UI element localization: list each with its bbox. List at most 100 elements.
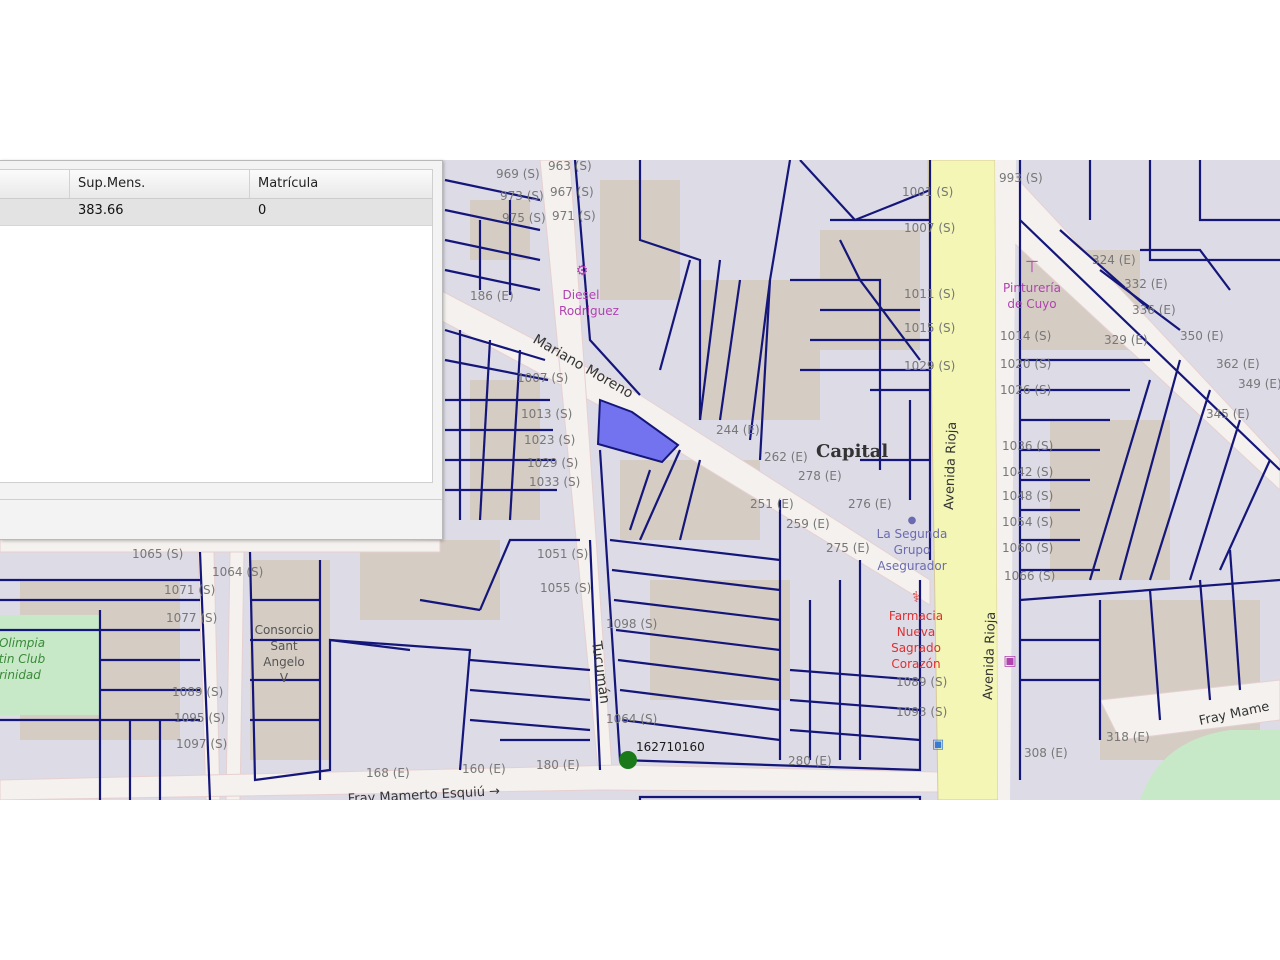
house-number-label: 362 (E) [1216, 357, 1260, 371]
house-number-label: 244 (E) [716, 423, 760, 437]
house-number-label: 186 (E) [470, 289, 514, 303]
house-number-label: 180 (E) [536, 758, 580, 772]
cell-matricula: 0 [258, 203, 267, 218]
poi-diesel-line1: Diesel [563, 288, 600, 302]
poi-olimpia-line3: rinidad [0, 668, 41, 682]
poi-farmacia-line2: Nueva [897, 625, 935, 639]
street-label-avenida-rioja-2: Avenida Rioja [981, 611, 999, 700]
house-number-label: 160 (E) [462, 762, 506, 776]
house-number-label: 259 (E) [786, 517, 830, 531]
pharmacy-icon[interactable]: ⚕ [912, 588, 920, 606]
parcel-marker[interactable] [619, 751, 637, 769]
house-number-label: 345 (E) [1206, 407, 1250, 421]
house-number-label: 1033 (S) [529, 475, 580, 489]
cell-first [0, 199, 70, 225]
house-number-label: 1048 (S) [1002, 489, 1053, 503]
house-number-label: 276 (E) [848, 497, 892, 511]
house-number-label: 278 (E) [798, 469, 842, 483]
house-number-label: 1029 (S) [904, 359, 955, 373]
house-number-label: 332 (E) [1124, 277, 1168, 291]
avenida-rioja-road [927, 160, 999, 800]
poi-la-segunda-line1: La Segunda [877, 527, 948, 541]
parcel-marker-label: 162710160 [636, 740, 705, 754]
table-row[interactable]: 383.66 0 [0, 199, 432, 226]
la-segunda-icon[interactable]: ● [908, 515, 917, 526]
house-number-label: 1064 (S) [212, 565, 263, 579]
poi-consorcio-line3: Angelo [263, 655, 305, 669]
house-number-label: 1001 (S) [902, 185, 953, 199]
house-number-label: 973 (S) [500, 189, 544, 203]
house-number-label: 324 (E) [1092, 253, 1136, 267]
house-number-label: 1007 (S) [904, 221, 955, 235]
column-header-first[interactable] [0, 170, 70, 198]
house-number-label: 1098 (S) [606, 617, 657, 631]
house-number-label: 329 (E) [1104, 333, 1148, 347]
district-label: Capital [816, 441, 888, 462]
house-number-label: 993 (S) [999, 171, 1043, 185]
column-header-sup-mens[interactable]: Sup.Mens. [70, 170, 250, 198]
attribute-panel[interactable]: Sup.Mens. Matrícula 383.66 0 [0, 160, 443, 540]
column-header-matricula[interactable]: Matrícula [250, 170, 432, 198]
street-label-avenida-rioja-1: Avenida Rioja [942, 421, 960, 510]
house-number-label: 1036 (S) [1002, 439, 1053, 453]
house-number-label: 1015 (S) [904, 321, 955, 335]
house-number-label: 1089 (S) [172, 685, 223, 699]
house-number-label: 1095 (S) [174, 711, 225, 725]
poi-la-segunda-line2: Grupo [894, 543, 931, 557]
poi-la-segunda-line3: Asegurador [877, 559, 946, 573]
house-number-label: 1097 (S) [176, 737, 227, 751]
house-number-label: 1071 (S) [164, 583, 215, 597]
bus-stop-icon[interactable]: ▣ [932, 737, 944, 752]
panel-divider [0, 499, 442, 500]
house-number-label: 1011 (S) [904, 287, 955, 301]
cell-sup-mens: 383.66 [78, 203, 124, 218]
house-number-label: 1054 (S) [1002, 515, 1053, 529]
house-number-label: 1020 (S) [1000, 357, 1051, 371]
poi-pintureria-line2: de Cuyo [1007, 297, 1056, 311]
house-number-label: 1089 (S) [896, 675, 947, 689]
diesel-icon[interactable]: ⚙ [576, 263, 589, 279]
house-number-label: 1065 (S) [132, 547, 183, 561]
house-number-label: 1029 (S) [527, 456, 578, 470]
poi-diesel-line2: Rodriguez [559, 304, 619, 318]
house-number-label: 1055 (S) [540, 581, 591, 595]
house-number-label: 1026 (S) [1000, 383, 1051, 397]
house-number-label: 975 (S) [502, 211, 546, 225]
poi-consorcio-line2: Sant [270, 639, 298, 653]
house-number-label: 1014 (S) [1000, 329, 1051, 343]
house-number-label: 308 (E) [1024, 746, 1068, 760]
house-number-label: 1060 (S) [1002, 541, 1053, 555]
house-number-label: 967 (S) [550, 185, 594, 199]
house-number-label: 1007 (S) [517, 371, 568, 385]
house-number-label: 1023 (S) [524, 433, 575, 447]
house-number-label: 1064 (S) [606, 712, 657, 726]
house-number-label: 349 (E) [1238, 377, 1280, 391]
house-number-label: 1077 (S) [166, 611, 217, 625]
poi-consorcio-line4: V [280, 671, 289, 685]
poi-olimpia-line1: Olimpia [0, 636, 45, 650]
grid-header: Sup.Mens. Matrícula [0, 170, 432, 199]
house-number-label: 280 (E) [788, 754, 832, 768]
poi-pintureria-line1: Pinturería [1003, 281, 1061, 295]
poi-farmacia-line4: Corazón [891, 657, 940, 671]
house-number-label: 336 (E) [1132, 303, 1176, 317]
shop-icon[interactable]: ▣ [1003, 653, 1016, 669]
poi-olimpia-line2: tin Club [0, 652, 46, 666]
paint-roller-icon[interactable]: ⊤ [1025, 257, 1039, 276]
house-number-label: 318 (E) [1106, 730, 1150, 744]
house-number-label: 969 (S) [496, 167, 540, 181]
house-number-label: 350 (E) [1180, 329, 1224, 343]
house-number-label: 1013 (S) [521, 407, 572, 421]
house-number-label: 963 (S) [548, 160, 592, 173]
house-number-label: 971 (S) [552, 209, 596, 223]
house-number-label: 168 (E) [366, 766, 410, 780]
poi-farmacia-line3: Sagrado [891, 641, 941, 655]
house-number-label: 262 (E) [764, 450, 808, 464]
house-number-label: 1042 (S) [1002, 465, 1053, 479]
house-number-label: 275 (E) [826, 541, 870, 555]
attribute-grid[interactable]: Sup.Mens. Matrícula 383.66 0 [0, 169, 433, 483]
house-number-label: 1066 (S) [1004, 569, 1055, 583]
house-number-label: 1051 (S) [537, 547, 588, 561]
poi-consorcio-line1: Consorcio [255, 623, 314, 637]
poi-farmacia-line1: Farmacia [889, 609, 943, 623]
